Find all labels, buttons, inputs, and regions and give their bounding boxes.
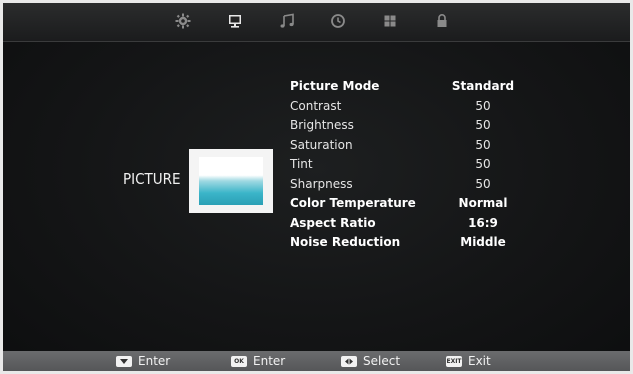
hint-label: Exit bbox=[468, 354, 491, 368]
down-arrow-key-icon bbox=[116, 355, 132, 367]
setting-label: Contrast bbox=[290, 98, 342, 113]
setting-value: Normal bbox=[458, 196, 508, 210]
left-right-key-icon bbox=[341, 355, 357, 367]
picture-menu-thumbnail bbox=[189, 149, 273, 213]
hint-exit: EXIT Exit bbox=[446, 354, 491, 368]
tab-settings[interactable] bbox=[175, 13, 191, 29]
hint-label: Select bbox=[363, 354, 401, 368]
setting-saturation[interactable]: Saturation 50 bbox=[290, 138, 530, 156]
setting-label: Color Temperature bbox=[290, 196, 416, 210]
ok-key-icon: OK bbox=[231, 355, 247, 367]
music-note-icon bbox=[280, 13, 294, 28]
grid-icon bbox=[384, 15, 396, 27]
hint-label: Enter bbox=[138, 354, 171, 368]
setting-label: Noise Reduction bbox=[290, 235, 401, 249]
tab-sound[interactable] bbox=[279, 13, 295, 29]
menu-title: PICTURE bbox=[123, 170, 181, 188]
setting-tint[interactable]: Tint 50 bbox=[290, 157, 530, 175]
setting-color-temperature[interactable]: Color Temperature Normal bbox=[290, 196, 530, 214]
hint-label: Enter bbox=[253, 354, 286, 368]
hint-enter-ok: OK Enter bbox=[231, 354, 285, 368]
setting-brightness[interactable]: Brightness 50 bbox=[290, 118, 530, 136]
hint-enter-down: Enter bbox=[116, 354, 170, 368]
setting-value: 16:9 bbox=[468, 215, 498, 230]
setting-label: Tint bbox=[290, 157, 313, 171]
exit-key-icon: EXIT bbox=[446, 355, 462, 367]
tab-time[interactable] bbox=[330, 13, 346, 29]
setting-aspect-ratio[interactable]: Aspect Ratio 16:9 bbox=[290, 216, 530, 234]
setting-value: 50 bbox=[475, 176, 491, 191]
setting-label: Sharpness bbox=[290, 176, 353, 191]
setting-value: Middle bbox=[460, 235, 506, 249]
setting-label: Picture Mode bbox=[290, 79, 380, 93]
gear-icon bbox=[175, 13, 191, 29]
setting-noise-reduction[interactable]: Noise Reduction Middle bbox=[290, 235, 530, 253]
tab-picture[interactable] bbox=[227, 13, 243, 29]
tab-options[interactable] bbox=[382, 13, 398, 29]
key-hint-bar: Enter OK Enter Select EXIT Exit bbox=[3, 351, 630, 371]
setting-picture-mode[interactable]: Picture Mode Standard bbox=[290, 79, 530, 97]
setting-value: 50 bbox=[475, 137, 491, 152]
setting-value: 50 bbox=[475, 98, 491, 113]
setting-label: Aspect Ratio bbox=[290, 215, 376, 230]
setting-value: Standard bbox=[451, 79, 515, 93]
lock-icon bbox=[437, 14, 447, 27]
setting-value: 50 bbox=[475, 157, 491, 171]
tv-screen: PICTURE Picture Mode Standard Contrast 5… bbox=[3, 3, 630, 371]
tab-lock[interactable] bbox=[434, 13, 450, 29]
setting-contrast[interactable]: Contrast 50 bbox=[290, 99, 530, 117]
setting-sharpness[interactable]: Sharpness 50 bbox=[290, 177, 530, 195]
menu-tab-bar bbox=[3, 3, 630, 42]
hint-select: Select bbox=[341, 354, 400, 368]
setting-label: Saturation bbox=[290, 137, 353, 152]
monitor-icon bbox=[229, 15, 241, 28]
setting-label: Brightness bbox=[290, 118, 354, 132]
setting-value: 50 bbox=[475, 118, 491, 132]
clock-icon bbox=[331, 14, 345, 28]
picture-preview-image bbox=[199, 157, 263, 205]
